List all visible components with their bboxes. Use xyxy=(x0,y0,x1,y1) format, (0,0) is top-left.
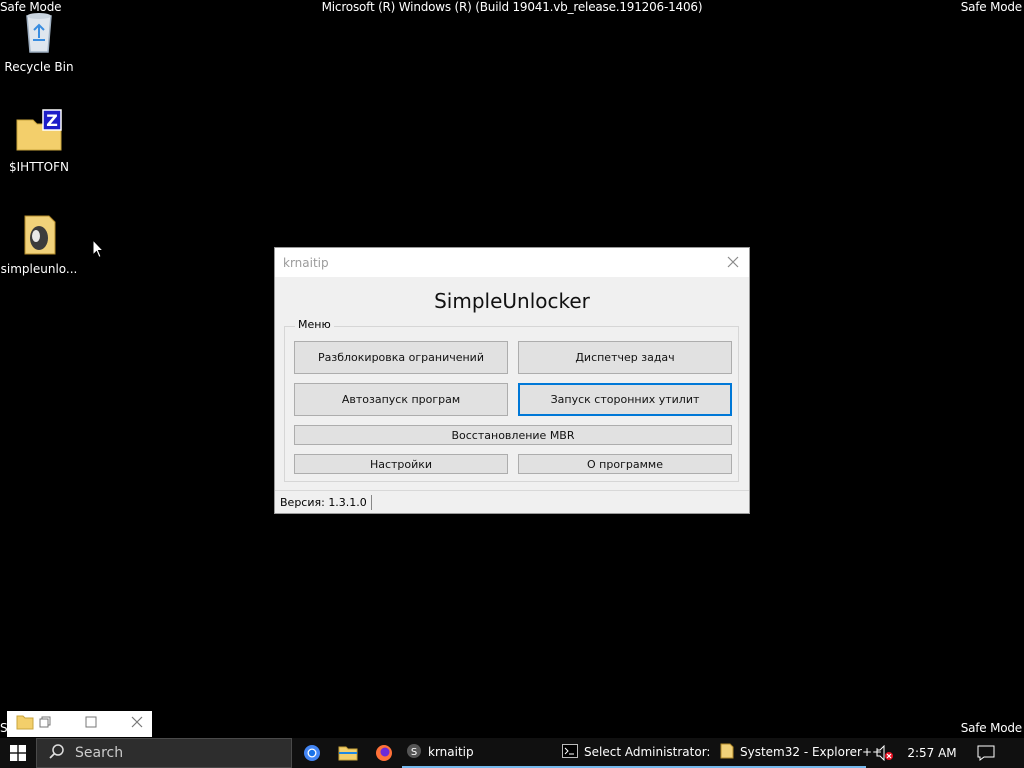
volume-muted-button[interactable] xyxy=(872,738,898,768)
safe-mode-label-bottom-right: Safe Mode xyxy=(960,721,1022,735)
about-button[interactable]: О программе xyxy=(518,454,732,474)
taskbar: Search S krnaitip Select Administrator: … xyxy=(0,738,1024,768)
app-title: SimpleUnlocker xyxy=(434,289,590,313)
menu-groupbox: Меню Разблокировка ограничений Диспетчер… xyxy=(284,318,739,482)
close-icon[interactable] xyxy=(131,716,143,732)
volume-muted-icon xyxy=(876,745,893,761)
chrome-icon xyxy=(304,745,320,761)
taskbar-file-explorer-button[interactable] xyxy=(330,738,366,768)
taskbar-chrome-button[interactable] xyxy=(294,738,330,768)
svg-text:Z: Z xyxy=(46,111,58,130)
taskbar-firefox-button[interactable] xyxy=(366,738,402,768)
taskbar-search-box[interactable]: Search xyxy=(36,738,292,768)
mouse-cursor-icon xyxy=(92,238,105,263)
autorun-button[interactable]: Автозапуск програм xyxy=(294,383,508,416)
task-label: Select Administrator: ... xyxy=(584,745,712,759)
window-title: krnaitip xyxy=(283,255,329,270)
status-bar: Версия: 1.3.1.0 xyxy=(275,490,749,513)
folder-icon xyxy=(15,713,35,735)
maximize-icon[interactable] xyxy=(85,716,97,732)
settings-button[interactable]: Настройки xyxy=(294,454,508,474)
task-label: System32 - Explorer++ xyxy=(740,745,883,759)
cmd-icon xyxy=(562,743,578,761)
desktop-icon-zip-folder[interactable]: Z $IHTTOFN xyxy=(0,108,79,174)
firefox-icon xyxy=(376,745,392,761)
task-manager-button[interactable]: Диспетчер задач xyxy=(518,341,732,374)
safe-mode-label-top-right: Safe Mode xyxy=(960,0,1022,14)
unlock-restrictions-button[interactable]: Разблокировка ограничений xyxy=(294,341,508,374)
desktop-icon-recycle-bin[interactable]: Recycle Bin xyxy=(0,8,79,74)
desktop-icon-label: Recycle Bin xyxy=(4,60,74,74)
action-center-button[interactable] xyxy=(968,738,1004,768)
notifications-icon xyxy=(977,745,995,761)
taskbar-clock[interactable]: 2:57 AM xyxy=(906,746,958,760)
simpleunlocker-window: krnaitip SimpleUnlocker Меню Разблокиров… xyxy=(274,247,750,514)
svg-text:S: S xyxy=(411,747,417,758)
taskbar-task-cmd[interactable]: Select Administrator: ... xyxy=(558,738,716,768)
search-icon xyxy=(49,743,65,763)
launch-utilities-button[interactable]: Запуск сторонних утилит xyxy=(518,383,732,416)
desktop-icon-label: simpleunlo... xyxy=(0,262,78,276)
title-bar[interactable]: krnaitip xyxy=(275,248,749,277)
windows-logo-icon xyxy=(10,745,26,761)
restore-mbr-button[interactable]: Восстановление MBR xyxy=(294,425,732,445)
zip-folder-icon: Z xyxy=(15,108,63,156)
minimized-window-strip[interactable] xyxy=(7,711,152,737)
restore-icon[interactable] xyxy=(39,716,51,732)
explorer-plus-icon xyxy=(720,743,734,762)
start-button[interactable] xyxy=(0,738,36,768)
recycle-bin-icon xyxy=(15,8,63,56)
menu-group-label: Меню xyxy=(295,318,334,331)
file-explorer-icon xyxy=(338,746,358,761)
desktop-icon-simpleunlocker[interactable]: simpleunlo... xyxy=(0,210,79,276)
close-icon xyxy=(727,256,739,268)
windows-build-label: Microsoft (R) Windows (R) (Build 19041.v… xyxy=(321,0,703,14)
archive-file-icon xyxy=(15,210,63,258)
simpleunlocker-icon: S xyxy=(406,743,422,762)
status-separator xyxy=(370,494,372,510)
search-placeholder: Search xyxy=(75,745,124,761)
taskbar-task-krnaitip[interactable]: S krnaitip xyxy=(402,738,558,768)
task-label: krnaitip xyxy=(428,745,474,759)
taskbar-task-explorerplusplus[interactable]: System32 - Explorer++ xyxy=(716,738,882,768)
version-label: Версия: 1.3.1.0 xyxy=(280,495,367,509)
close-button[interactable] xyxy=(723,253,743,272)
desktop-icon-label: $IHTTOFN xyxy=(9,160,69,174)
